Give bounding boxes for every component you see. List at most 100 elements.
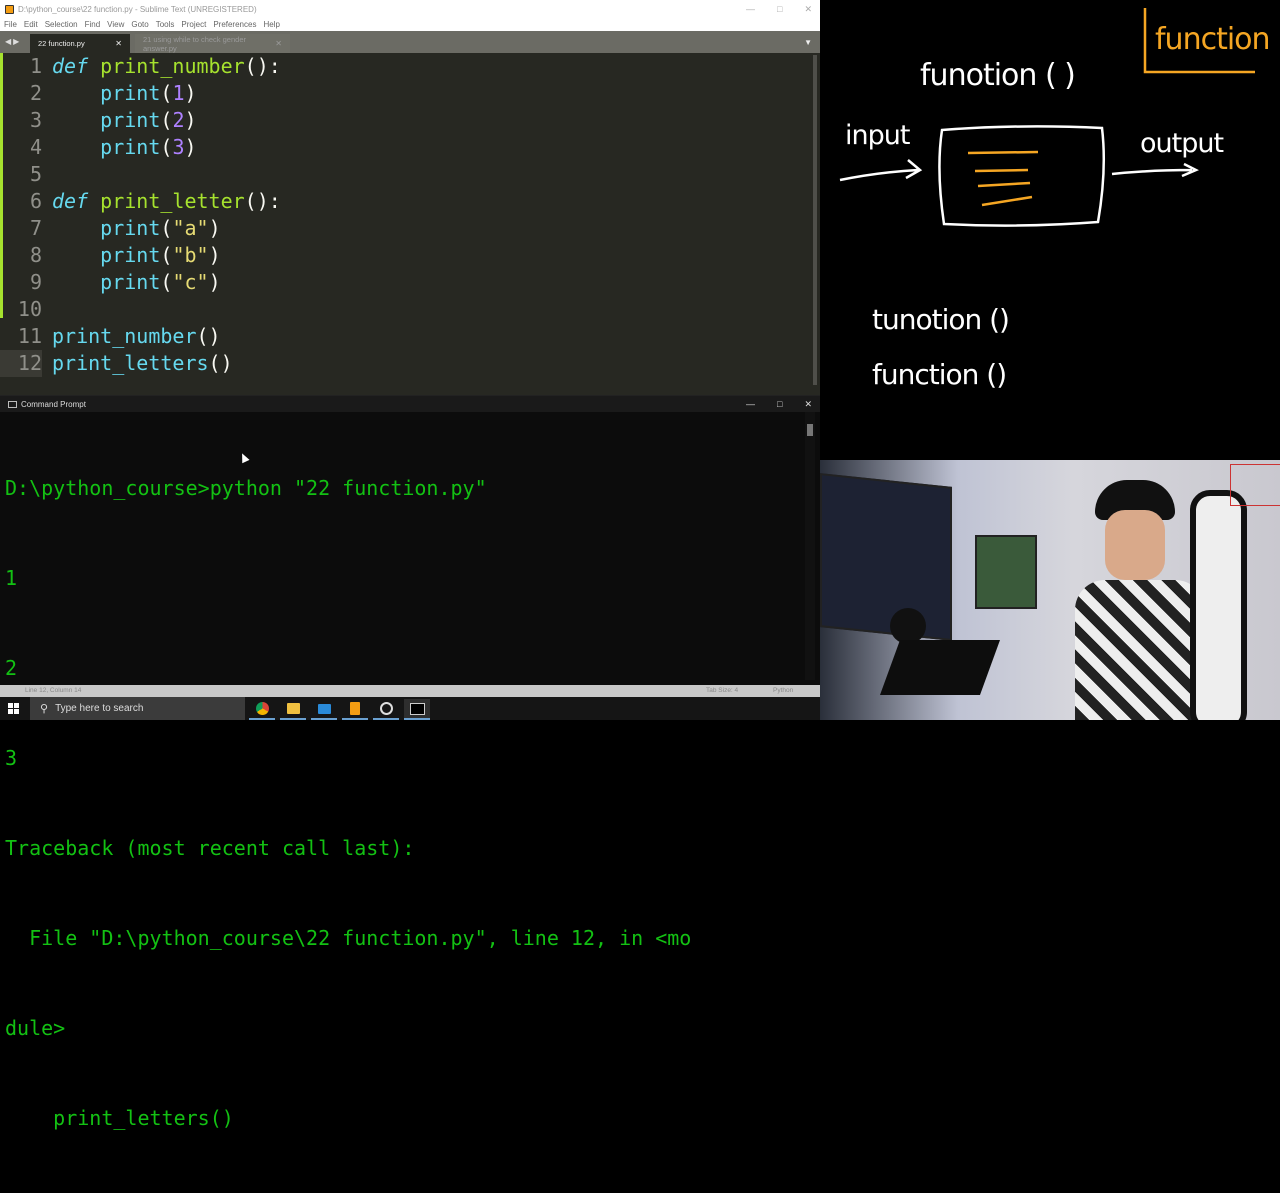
line-number: 7 — [29, 216, 42, 240]
input-arrow — [839, 159, 923, 182]
cmd-minimize-button[interactable]: — — [746, 399, 755, 409]
tab-close-icon[interactable]: ✕ — [275, 39, 282, 48]
cmd-close-button[interactable]: ✕ — [804, 399, 812, 410]
chrome-icon[interactable] — [249, 699, 275, 720]
menu-edit[interactable]: Edit — [24, 20, 38, 29]
code-line: 9 print("c") — [0, 269, 800, 296]
terminal-line: 1 — [5, 566, 18, 590]
webcam-video — [820, 460, 1280, 720]
code-line: 2 print(1) — [0, 80, 800, 107]
line-number: 1 — [29, 54, 42, 78]
mail-icon[interactable] — [311, 699, 337, 720]
editor-scrollbar[interactable] — [813, 55, 817, 385]
terminal-line: File "D:\python_course\22 function.py", … — [5, 926, 692, 950]
command-prompt-window: Command Prompt — □ ✕ D:\python_course>py… — [0, 395, 820, 1130]
cmd-scrollbar[interactable] — [805, 412, 815, 680]
terminal-output[interactable]: D:\python_course>python "22 function.py"… — [5, 413, 800, 1193]
pc-case — [975, 535, 1037, 609]
drawing-board: function funotion ( ) input output tunot… — [820, 0, 1280, 455]
board-heading: function — [1155, 22, 1271, 57]
line-number: 10 — [17, 297, 42, 321]
tab-label: 21 using while to check gender answer.py — [143, 34, 246, 53]
sublime-titlebar: D:\python_course\22 function.py - Sublim… — [0, 0, 820, 18]
tab-bar: ◀▶ 22 function.py ✕ 21 using while to ch… — [0, 31, 820, 53]
menu-tools[interactable]: Tools — [156, 20, 175, 29]
input-label: input — [845, 120, 910, 151]
line-number: 4 — [29, 135, 42, 159]
menu-selection[interactable]: Selection — [45, 20, 78, 29]
tab-22-function[interactable]: 22 function.py ✕ — [30, 34, 130, 53]
terminal-line: Traceback (most recent call last): — [5, 836, 415, 860]
menu-help[interactable]: Help — [263, 20, 279, 29]
sublime-app-icon — [5, 4, 14, 14]
terminal-line: D:\python_course>python "22 function.py" — [5, 476, 487, 500]
menu-file[interactable]: File — [4, 20, 17, 29]
taskbar-search[interactable]: ⚲ Type here to search — [30, 697, 245, 720]
code-text: print_letters() — [52, 351, 233, 375]
code-line-stroke — [981, 195, 1033, 207]
obs-icon[interactable] — [373, 699, 399, 720]
cmd-scrollbar-thumb[interactable] — [807, 424, 813, 436]
output-arrow — [1111, 162, 1199, 178]
output-label: output — [1140, 128, 1224, 159]
tab-label: 22 function.py — [38, 39, 85, 48]
tab-close-icon[interactable]: ✕ — [115, 39, 122, 48]
tab-size[interactable]: Tab Size: 4 — [706, 687, 738, 694]
code-text: def print_letter(): — [52, 189, 281, 213]
maximize-button[interactable]: □ — [777, 4, 782, 14]
terminal-line: print_letters() — [5, 1106, 234, 1130]
keyboard — [879, 640, 1001, 695]
menu-view[interactable]: View — [107, 20, 124, 29]
windows-taskbar: ⚲ Type here to search — [0, 697, 820, 720]
tab-nav-arrows-icon[interactable]: ◀▶ — [5, 37, 21, 46]
code-text: print(2) — [100, 108, 197, 132]
code-line-stroke — [977, 181, 1031, 188]
code-text: print(3) — [100, 135, 197, 159]
person — [1075, 480, 1205, 720]
line-number: 6 — [29, 189, 42, 213]
line-number: 5 — [29, 162, 42, 186]
code-line: 4 print(3) — [0, 134, 800, 161]
shirt — [1075, 580, 1205, 720]
code-line: 5 — [0, 161, 800, 188]
menu-find[interactable]: Find — [85, 20, 101, 29]
recording-frame — [1230, 464, 1280, 506]
close-button[interactable]: ✕ — [804, 4, 812, 15]
file-explorer-icon[interactable] — [280, 699, 306, 720]
line-number: 3 — [29, 108, 42, 132]
terminal-line: dule> — [5, 1016, 66, 1040]
face — [1105, 510, 1165, 580]
syntax-mode[interactable]: Python — [773, 687, 793, 694]
diagram-label: funotion ( ) — [920, 58, 1076, 93]
windows-start-icon[interactable] — [8, 703, 19, 714]
sublime-status-bar: Line 12, Column 14 Tab Size: 4 Python — [0, 685, 820, 697]
line-number: 2 — [29, 81, 42, 105]
board-note-1: tunotion () — [872, 303, 1010, 336]
search-icon: ⚲ — [40, 703, 49, 715]
cursor-position: Line 12, Column 14 — [25, 687, 82, 694]
window-title: D:\python_course\22 function.py - Sublim… — [18, 4, 257, 14]
line-number: 9 — [29, 270, 42, 294]
sublime-text-icon[interactable] — [342, 699, 368, 720]
minimize-button[interactable]: — — [746, 4, 755, 14]
tab-dropdown-icon[interactable]: ▼ — [804, 38, 812, 47]
code-line-current: 12 print_letters() — [0, 350, 800, 377]
cmd-maximize-button[interactable]: □ — [777, 399, 782, 409]
code-text: print("a") — [100, 216, 221, 240]
code-line: 6 def print_letter(): — [0, 188, 800, 215]
code-line: 3 print(2) — [0, 107, 800, 134]
cmd-app-icon — [8, 400, 17, 408]
code-line-stroke — [974, 168, 1029, 173]
menu-project[interactable]: Project — [181, 20, 206, 29]
code-line-stroke — [967, 150, 1039, 155]
code-text: print(1) — [100, 81, 197, 105]
sublime-text-window: D:\python_course\22 function.py - Sublim… — [0, 0, 820, 395]
code-text: print("c") — [100, 270, 221, 294]
code-line: 8 print("b") — [0, 242, 800, 269]
command-prompt-icon[interactable] — [404, 699, 430, 720]
menu-preferences[interactable]: Preferences — [213, 20, 256, 29]
menu-goto[interactable]: Goto — [131, 20, 148, 29]
code-text: print("b") — [100, 243, 221, 267]
code-editor[interactable]: 1 def print_number(): 2 print(1) 3 print(… — [0, 53, 800, 390]
tab-21-using-while[interactable]: 21 using while to check gender answer.py… — [135, 34, 290, 53]
